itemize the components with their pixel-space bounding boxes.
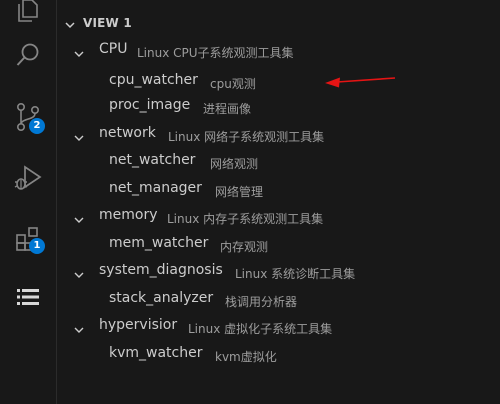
activity-search[interactable]: [0, 31, 56, 79]
tree-group-label: network: [99, 125, 156, 141]
tree-item-description: cpu观测: [210, 77, 256, 91]
tree-item-stack-analyzer[interactable]: stack_analyzer 栈调用分析器: [57, 286, 500, 313]
tree-group-cpu[interactable]: CPU Linux CPU子系统观测工具集: [57, 37, 500, 64]
activity-bar: 2 1: [0, 0, 57, 404]
tree-item-description: 栈调用分析器: [225, 295, 298, 309]
tree-group-label: CPU: [99, 41, 128, 57]
tree-item-label: net_watcher: [109, 152, 196, 168]
tree-item-label: proc_image: [109, 97, 191, 113]
activity-explorer[interactable]: [0, 0, 56, 34]
tree-item-label: mem_watcher: [109, 235, 209, 251]
activity-run-debug[interactable]: [0, 154, 56, 202]
view-section-header[interactable]: VIEW 1: [57, 13, 500, 35]
tree-group-description: Linux CPU子系统观测工具集: [137, 46, 294, 60]
vscode-window: 2 1 VIEW 1 CPU Linux CPU子系统观测工具集 cpu_wat…: [0, 0, 500, 404]
tree-item-description: kvm虚拟化: [215, 350, 277, 364]
tree-group-description: Linux 系统诊断工具集: [235, 267, 356, 281]
extensions-badge: 1: [29, 238, 45, 254]
list-tree-icon: [16, 286, 40, 308]
activity-tree-view[interactable]: [0, 273, 56, 321]
run-debug-icon: [13, 163, 43, 193]
tree-group-label: system_diagnosis: [99, 262, 223, 278]
tree-group-label: hypervisior: [99, 317, 178, 333]
chevron-down-icon: [73, 321, 85, 340]
search-icon: [14, 41, 42, 69]
tree-group-label: memory: [99, 207, 158, 223]
tree-item-label: cpu_watcher: [109, 72, 198, 88]
tree-group-memory[interactable]: memory Linux 内存子系统观测工具集: [57, 203, 500, 230]
tree-group-hypervisior[interactable]: hypervisior Linux 虚拟化子系统工具集: [57, 313, 500, 340]
tree-group-description: Linux 内存子系统观测工具集: [167, 212, 324, 226]
tree-group-description: Linux 网络子系统观测工具集: [168, 130, 325, 144]
annotation-arrow-icon: [325, 77, 396, 88]
tree-item-cpu-watcher[interactable]: cpu_watcher cpu观测: [57, 68, 500, 95]
chevron-down-icon: [73, 266, 85, 285]
view-section-title: VIEW 1: [83, 16, 132, 30]
tree-item-label: stack_analyzer: [109, 290, 214, 306]
tree-item-description: 网络管理: [215, 185, 264, 199]
activity-extensions[interactable]: 1: [0, 214, 56, 262]
tree-item-kvm-watcher[interactable]: kvm_watcher kvm虚拟化: [57, 341, 500, 368]
files-icon: [15, 0, 41, 23]
chevron-down-icon: [73, 211, 85, 230]
tree-item-description: 网络观测: [210, 157, 259, 171]
tree-item-label: net_manager: [109, 180, 202, 196]
tree-item-label: kvm_watcher: [109, 345, 203, 361]
chevron-down-icon: [73, 45, 85, 64]
chevron-down-icon: [63, 17, 77, 36]
sidebar-tree-view: VIEW 1 CPU Linux CPU子系统观测工具集 cpu_watcher…: [57, 0, 500, 404]
tree-item-description: 进程画像: [203, 102, 252, 116]
tree-item-proc-image[interactable]: proc_image 进程画像: [57, 93, 500, 120]
source-control-badge: 2: [29, 118, 45, 134]
tree-item-description: 内存观测: [220, 240, 269, 254]
chevron-down-icon: [73, 129, 85, 148]
tree-item-mem-watcher[interactable]: mem_watcher 内存观测: [57, 231, 500, 258]
activity-source-control[interactable]: 2: [0, 93, 56, 141]
tree-group-description: Linux 虚拟化子系统工具集: [188, 322, 333, 336]
tree-item-net-manager[interactable]: net_manager 网络管理: [57, 176, 500, 203]
tree-item-net-watcher[interactable]: net_watcher 网络观测: [57, 148, 500, 175]
tree-group-network[interactable]: network Linux 网络子系统观测工具集: [57, 121, 500, 148]
tree-group-system-diagnosis[interactable]: system_diagnosis Linux 系统诊断工具集: [57, 258, 500, 285]
